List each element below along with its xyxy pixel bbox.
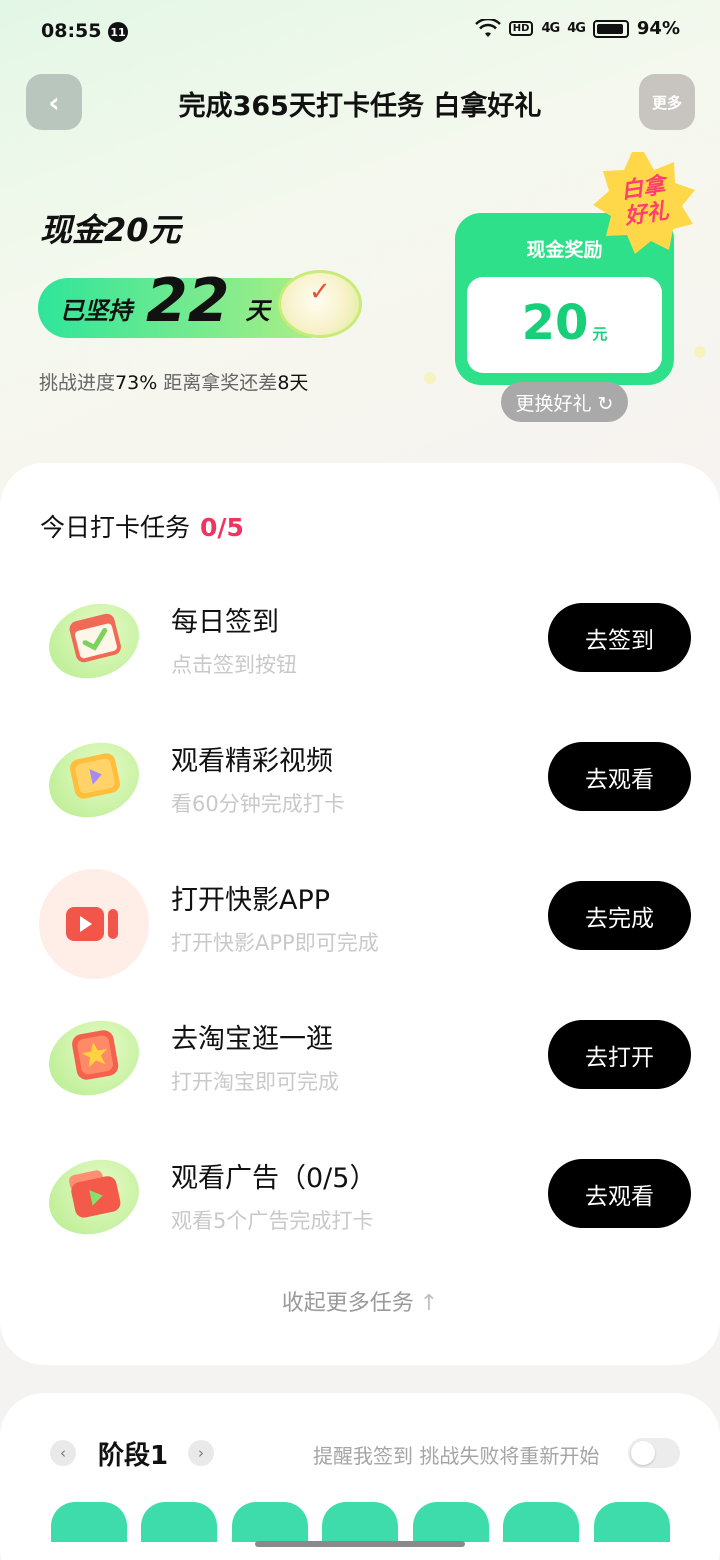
tasks-count: 0/5 — [200, 513, 244, 542]
task-title: 观看精彩视频 — [171, 746, 333, 777]
task-title: 观看广告（0/5） — [171, 1163, 377, 1194]
battery-icon — [592, 19, 629, 38]
tasks-header: 今日打卡任务 0/5 — [40, 508, 244, 544]
reminder-toggle[interactable] — [628, 1438, 680, 1468]
challenge-progress: 挑战进度73% 距离拿奖还差8天 — [39, 368, 308, 395]
reward-amount-box: 20 元 — [467, 277, 662, 373]
stage-next-button[interactable]: › — [188, 1440, 214, 1466]
tasks-header-label: 今日打卡任务 — [40, 513, 191, 542]
task-title: 打开快影APP — [171, 885, 331, 916]
complete-task-button[interactable]: 去完成 — [548, 881, 691, 950]
battery-percent: 94% — [636, 18, 680, 39]
video-tablet-icon — [38, 730, 150, 830]
calendar-check-icon — [38, 591, 150, 691]
task-row-open-kuaiying: 打开快影APP 打开快影APP即可完成 去完成 — [0, 861, 720, 979]
checkin-reminder-label: 提醒我签到 挑战失败将重新开始 — [313, 1444, 600, 1468]
sparkle-icon — [424, 372, 436, 384]
gift-badge-text: 白拿 好礼 — [606, 171, 685, 233]
watch-ads-button[interactable]: 去观看 — [548, 1159, 691, 1228]
task-row-checkin: 每日签到 点击签到按钮 去签到 — [0, 583, 720, 693]
stage-day-item[interactable] — [322, 1502, 398, 1542]
signal-icon: 4G — [541, 21, 560, 36]
home-indicator[interactable] — [255, 1541, 465, 1547]
collapse-tasks-link[interactable]: 收起更多任务 ↑ — [0, 1285, 720, 1317]
task-subtitle: 看60分钟完成打卡 — [171, 792, 345, 816]
notification-count-badge: 11 — [108, 22, 128, 42]
mascot-icon — [278, 270, 362, 338]
stage-prev-button[interactable]: ‹ — [50, 1440, 76, 1466]
watch-video-button[interactable]: 去观看 — [548, 742, 691, 811]
task-subtitle: 打开淘宝即可完成 — [171, 1070, 339, 1094]
reward-unit: 元 — [592, 325, 608, 343]
task-subtitle: 打开快影APP即可完成 — [171, 931, 379, 955]
status-icons: HD 4G 4G 94% — [474, 18, 680, 39]
task-subtitle: 观看5个广告完成打卡 — [171, 1209, 374, 1233]
stage-day-item[interactable] — [413, 1502, 489, 1542]
task-row-watch-ads: 观看广告（0/5） 观看5个广告完成打卡 去观看 — [0, 1139, 720, 1249]
sparkle-icon — [694, 346, 706, 358]
stage-day-item[interactable] — [594, 1502, 670, 1542]
task-row-taobao: 去淘宝逛一逛 打开淘宝即可完成 去打开 — [0, 1000, 720, 1110]
task-title: 每日签到 — [171, 607, 279, 638]
task-subtitle: 点击签到按钮 — [171, 653, 297, 677]
progress-middle: 距离拿奖还差 — [163, 372, 278, 394]
checkin-button[interactable]: 去签到 — [548, 603, 691, 672]
streak-prefix: 已坚持 — [60, 296, 132, 325]
streak-suffix: 天 — [245, 296, 270, 325]
clock: 08:55 — [41, 20, 102, 42]
progress-prefix: 挑战进度 — [39, 372, 116, 394]
gift-badge-line2: 好礼 — [623, 198, 671, 230]
task-row-watch-video: 观看精彩视频 看60分钟完成打卡 去观看 — [0, 722, 720, 832]
status-bar: 08:55 11 HD 4G 4G 94% — [0, 0, 720, 64]
days-remaining: 8天 — [277, 372, 309, 394]
ad-play-icon — [38, 1147, 150, 1247]
signal-icon: 4G — [567, 21, 586, 36]
cash-goal-title: 现金20元 — [40, 211, 181, 249]
toggle-knob — [631, 1441, 655, 1465]
wifi-icon — [474, 18, 501, 37]
more-button[interactable]: 更多 — [639, 74, 695, 130]
swap-gift-button[interactable]: 更换好礼 ↻ — [501, 382, 628, 422]
video-camera-icon — [39, 869, 149, 979]
hd-voice-icon: HD — [508, 21, 534, 36]
collapse-label: 收起更多任务 — [281, 1291, 414, 1316]
task-title: 去淘宝逛一逛 — [171, 1024, 333, 1055]
stage-day-item[interactable] — [232, 1502, 308, 1542]
battery-fill — [596, 23, 624, 34]
stage-day-item[interactable] — [503, 1502, 579, 1542]
daily-tasks-card: 今日打卡任务 0/5 每日签到 点击签到按钮 去签到 观看精彩视频 看60分钟完成… — [0, 463, 720, 1365]
gift-badge: 白拿 好礼 — [591, 150, 697, 256]
stage-title: 阶段1 — [98, 1441, 169, 1471]
reward-amount: 20 — [521, 295, 589, 351]
streak-days: 22 — [146, 266, 230, 336]
progress-percent: 73% — [115, 372, 158, 394]
page-title: 完成365天打卡任务 白拿好礼 — [178, 91, 542, 122]
star-shop-icon — [38, 1008, 150, 1108]
stage-day-item[interactable] — [141, 1502, 217, 1542]
open-taobao-button[interactable]: 去打开 — [548, 1020, 691, 1089]
arrow-up-icon: ↑ — [419, 1291, 439, 1316]
stage-day-item[interactable] — [51, 1502, 127, 1542]
